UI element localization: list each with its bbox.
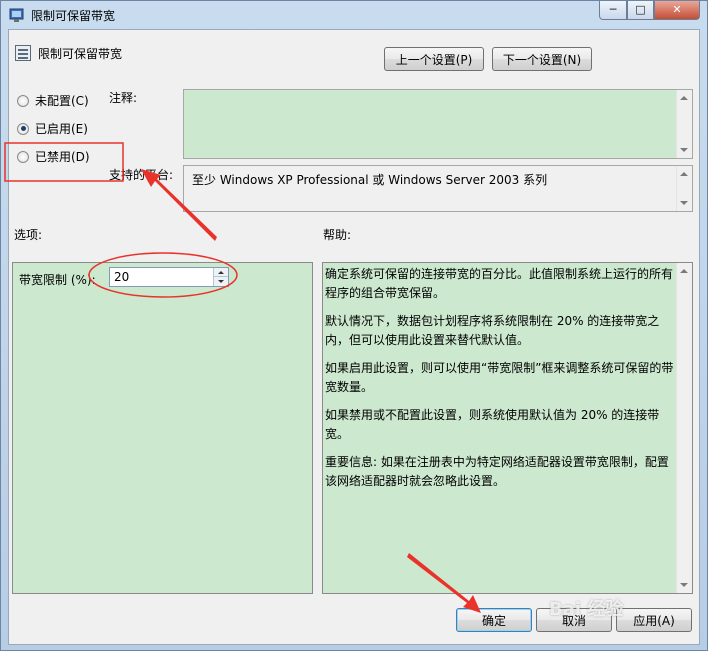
dialog-window: 限制可保留带宽 ─ □ ✕ 限制可保留带宽 上一个设置(P) 下一个设置(N) … bbox=[0, 0, 708, 651]
help-paragraph: 默认情况下，数据包计划程序将系统限制在 20% 的连接带宽之内，但可以使用此设置… bbox=[325, 314, 660, 347]
platform-value: 至少 Windows XP Professional 或 Windows Ser… bbox=[192, 173, 548, 187]
radio-not-configured[interactable]: 未配置(C) bbox=[17, 92, 89, 109]
stepper-buttons[interactable] bbox=[213, 268, 228, 286]
window-title: 限制可保留带宽 bbox=[31, 9, 116, 23]
next-setting-button[interactable]: 下一个设置(N) bbox=[492, 47, 592, 71]
bandwidth-limit-stepper[interactable]: 20 bbox=[109, 267, 229, 287]
help-paragraph: 重要信息: 如果在注册表中为特定网络适配器设置带宽限制，配置该网络适配器时就会忽… bbox=[325, 455, 669, 488]
help-label: 帮助: bbox=[323, 228, 352, 242]
bandwidth-limit-input[interactable]: 20 bbox=[114, 270, 129, 284]
radio-label: 未配置(C) bbox=[35, 94, 89, 108]
platform-scrollbar[interactable] bbox=[676, 166, 692, 211]
scroll-down-icon[interactable] bbox=[680, 583, 688, 587]
radio-button[interactable] bbox=[17, 150, 29, 163]
radio-button[interactable] bbox=[17, 94, 29, 107]
help-paragraph: 如果禁用或不配置此设置，则系统使用默认值为 20% 的连接带宽。 bbox=[325, 408, 660, 441]
platform-field: 至少 Windows XP Professional 或 Windows Ser… bbox=[183, 165, 693, 212]
options-panel: 带宽限制 (%): 20 bbox=[12, 262, 313, 594]
scroll-up-icon[interactable] bbox=[680, 96, 688, 100]
apply-button[interactable]: 应用(A) bbox=[616, 608, 692, 632]
setting-icon bbox=[15, 45, 31, 61]
radio-label: 已禁用(D) bbox=[35, 150, 90, 164]
options-label: 选项: bbox=[14, 228, 43, 242]
decrement-icon[interactable] bbox=[214, 277, 228, 286]
help-panel: 确定系统可保留的连接带宽的百分比。此值限制系统上运行的所有程序的组合带宽保留。 … bbox=[322, 262, 693, 594]
platform-label: 支持的平台: bbox=[109, 168, 174, 182]
watermark-logo: Bai 经验 bbox=[549, 599, 624, 620]
close-button[interactable]: ✕ bbox=[654, 1, 700, 20]
scroll-down-icon[interactable] bbox=[680, 201, 688, 205]
help-paragraph: 如果启用此设置，则可以使用“带宽限制”框来调整系统可保留的带宽数量。 bbox=[325, 361, 674, 394]
help-paragraph: 确定系统可保留的连接带宽的百分比。此值限制系统上运行的所有程序的组合带宽保留。 bbox=[325, 267, 674, 300]
maximize-button[interactable]: □ bbox=[627, 1, 654, 20]
dialog-body: 限制可保留带宽 上一个设置(P) 下一个设置(N) 未配置(C) 已启用(E) … bbox=[8, 29, 700, 645]
help-scrollbar[interactable] bbox=[676, 263, 692, 593]
group-policy-icon bbox=[9, 8, 24, 22]
title-bar[interactable]: 限制可保留带宽 ─ □ ✕ bbox=[1, 1, 707, 29]
scroll-up-icon[interactable] bbox=[680, 172, 688, 176]
minimize-button[interactable]: ─ bbox=[599, 1, 627, 20]
scroll-down-icon[interactable] bbox=[680, 148, 688, 152]
radio-disabled[interactable]: 已禁用(D) bbox=[17, 148, 90, 165]
radio-button-checked[interactable] bbox=[17, 122, 29, 135]
comment-label: 注释: bbox=[109, 91, 138, 105]
scroll-up-icon[interactable] bbox=[680, 269, 688, 273]
radio-enabled[interactable]: 已启用(E) bbox=[17, 120, 88, 137]
comment-textarea[interactable] bbox=[183, 89, 693, 159]
increment-icon[interactable] bbox=[214, 268, 228, 277]
previous-setting-button[interactable]: 上一个设置(P) bbox=[384, 47, 484, 71]
radio-label: 已启用(E) bbox=[35, 122, 88, 136]
ok-button[interactable]: 确定 bbox=[456, 608, 532, 632]
bandwidth-limit-label: 带宽限制 (%): bbox=[19, 273, 96, 287]
comment-scrollbar[interactable] bbox=[676, 90, 692, 158]
help-text: 确定系统可保留的连接带宽的百分比。此值限制系统上运行的所有程序的组合带宽保留。 … bbox=[325, 265, 675, 500]
setting-title: 限制可保留带宽 bbox=[38, 47, 123, 61]
